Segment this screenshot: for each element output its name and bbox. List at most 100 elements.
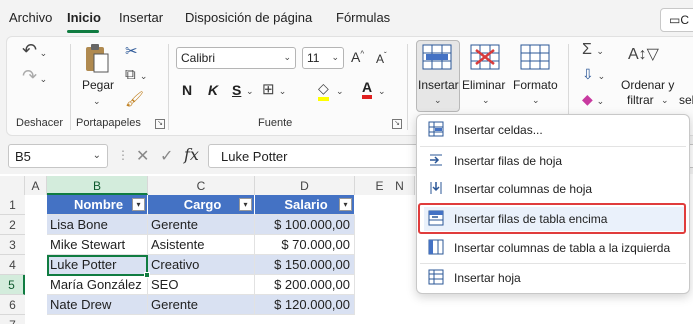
font-group-label: Fuente: [258, 117, 293, 129]
grow-font-icon[interactable]: A^: [351, 49, 364, 65]
cancel-icon[interactable]: ✕: [136, 146, 149, 166]
comments-button[interactable]: ▭C: [660, 8, 693, 32]
table-header-nombre: Nombre ▾: [47, 195, 148, 215]
insert-cells-icon: [428, 121, 444, 137]
table-cell[interactable]: Creativo: [148, 255, 255, 275]
insert-table-columns-left-icon: [428, 239, 444, 255]
tab-disposicion[interactable]: Disposición de página: [185, 10, 312, 25]
divider: [70, 44, 71, 130]
clipboard-group-label: Portapapeles: [76, 117, 141, 129]
chevron-down-icon[interactable]: ⌄: [246, 86, 254, 97]
table-cell[interactable]: $ 150.000,00: [255, 255, 355, 275]
filter-dropdown-icon[interactable]: ▾: [132, 198, 145, 211]
clear-icon[interactable]: ◆ ⌄: [582, 91, 604, 108]
menu-item-insert-table-columns-left[interactable]: Insertar columnas de tabla a la izquierd…: [424, 236, 684, 260]
column-header-c[interactable]: C: [148, 176, 255, 195]
table-cell[interactable]: Asistente: [148, 235, 255, 255]
column-header-a[interactable]: A: [25, 176, 47, 195]
font-launcher-icon[interactable]: ↘: [392, 119, 402, 129]
menu-item-insert-cells[interactable]: Insertar celdas...: [424, 118, 684, 142]
format-cells-icon[interactable]: [520, 44, 550, 73]
clipboard-launcher-icon[interactable]: ↘: [155, 119, 165, 129]
table-cell[interactable]: María González: [47, 275, 148, 295]
formula-actions: ✕ ✓ fx: [130, 144, 210, 168]
row-header-4[interactable]: 4: [0, 255, 25, 275]
sort-filter-label-line1[interactable]: Ordenar y: [621, 78, 674, 92]
insert-columns-icon: [428, 180, 444, 196]
select-label-partial[interactable]: sel: [679, 93, 693, 107]
tab-formulas[interactable]: Fórmulas: [336, 10, 390, 25]
filter-dropdown-icon[interactable]: ▾: [239, 198, 252, 211]
row-header-7[interactable]: 7: [0, 315, 25, 324]
table-cell[interactable]: Gerente: [148, 295, 255, 315]
chevron-down-icon[interactable]: ⌄: [661, 95, 669, 106]
paste-dropdown-icon[interactable]: ⌄: [93, 96, 101, 107]
italic-button[interactable]: K: [208, 82, 218, 98]
font-family-select[interactable]: Calibri ⌄: [176, 47, 296, 69]
table-cell[interactable]: $ 70.000,00: [255, 235, 355, 255]
redo-icon[interactable]: ↷ ⌄: [22, 66, 47, 87]
select-all-corner[interactable]: [0, 176, 25, 195]
row-header-2[interactable]: 2: [0, 215, 25, 235]
row-header-6[interactable]: 6: [0, 295, 25, 315]
chevron-down-icon[interactable]: ⌄: [532, 95, 540, 106]
autosum-icon[interactable]: Σ ⌄: [582, 41, 604, 59]
paste-button-label[interactable]: Pegar: [82, 78, 114, 92]
table-cell[interactable]: Lisa Bone: [47, 215, 148, 235]
highlight-annotation-box: [418, 203, 686, 234]
menu-item-insert-sheet-rows[interactable]: Insertar filas de hoja: [424, 149, 684, 173]
confirm-icon[interactable]: ✓: [160, 146, 173, 166]
table-cell[interactable]: $ 100.000,00: [255, 215, 355, 235]
menu-item-insert-sheet[interactable]: Insertar hoja: [424, 266, 684, 290]
chevron-down-icon: ⌄: [434, 95, 442, 105]
table-cell[interactable]: Mike Stewart: [47, 235, 148, 255]
divider: [168, 44, 169, 130]
table-cell[interactable]: $ 200.000,00: [255, 275, 355, 295]
divider: [407, 44, 408, 130]
undo-icon[interactable]: ↶ ⌄: [22, 40, 47, 61]
tab-inicio[interactable]: Inicio: [67, 10, 101, 25]
cut-icon[interactable]: ✂: [125, 42, 138, 60]
row-header-5[interactable]: 5: [0, 275, 25, 295]
font-size-select[interactable]: 11 ⌄: [302, 47, 344, 69]
chevron-down-icon[interactable]: ⌄: [482, 95, 490, 106]
row-header-1[interactable]: 1: [0, 195, 25, 215]
chevron-down-icon[interactable]: ⌄: [93, 150, 101, 161]
menu-divider: [420, 263, 686, 264]
insert-function-icon[interactable]: fx: [184, 145, 199, 164]
delete-cells-icon[interactable]: [470, 44, 500, 73]
table-cell[interactable]: Gerente: [148, 215, 255, 235]
delete-button-label[interactable]: Eliminar: [462, 78, 505, 92]
sort-filter-label-line2[interactable]: filtrar: [627, 93, 654, 107]
menu-item-insert-sheet-columns[interactable]: Insertar columnas de hoja: [424, 177, 684, 201]
font-color-icon[interactable]: A: [362, 79, 373, 99]
filter-dropdown-icon[interactable]: ▾: [339, 198, 352, 211]
shrink-font-icon[interactable]: Aˇ: [376, 51, 387, 66]
sort-filter-icon[interactable]: A↕▽: [628, 44, 659, 64]
column-header-b[interactable]: B: [47, 176, 148, 195]
chevron-down-icon[interactable]: ⌄: [336, 86, 344, 97]
borders-icon[interactable]: ⊞ ⌄: [262, 80, 286, 98]
tab-insertar[interactable]: Insertar: [119, 10, 163, 25]
underline-button[interactable]: S: [232, 82, 241, 98]
row-header-3[interactable]: 3: [0, 235, 25, 255]
fill-handle[interactable]: [144, 272, 150, 278]
fill-color-icon[interactable]: ◇: [318, 80, 329, 101]
bold-button[interactable]: N: [182, 82, 192, 98]
table-cell[interactable]: $ 120.000,00: [255, 295, 355, 315]
table-header-cargo: Cargo ▾: [148, 195, 255, 215]
table-header-salario: Salario ▾: [255, 195, 355, 215]
format-button-label[interactable]: Formato: [513, 78, 558, 92]
column-header-d[interactable]: D: [255, 176, 355, 195]
paste-icon[interactable]: [84, 42, 110, 74]
chevron-down-icon[interactable]: ⌄: [378, 86, 386, 97]
copy-icon[interactable]: ⧉ ⌄: [125, 66, 147, 83]
fill-icon[interactable]: ⇩ ⌄: [582, 66, 605, 83]
table-cell[interactable]: Nate Drew: [47, 295, 148, 315]
name-box[interactable]: B5 ⌄: [8, 144, 108, 168]
format-painter-icon[interactable]: 🖌: [125, 90, 144, 108]
tab-archivo[interactable]: Archivo: [9, 10, 52, 25]
table-cell[interactable]: SEO: [148, 275, 255, 295]
column-header-n[interactable]: N: [385, 176, 415, 195]
insert-cells-icon: [422, 44, 452, 73]
